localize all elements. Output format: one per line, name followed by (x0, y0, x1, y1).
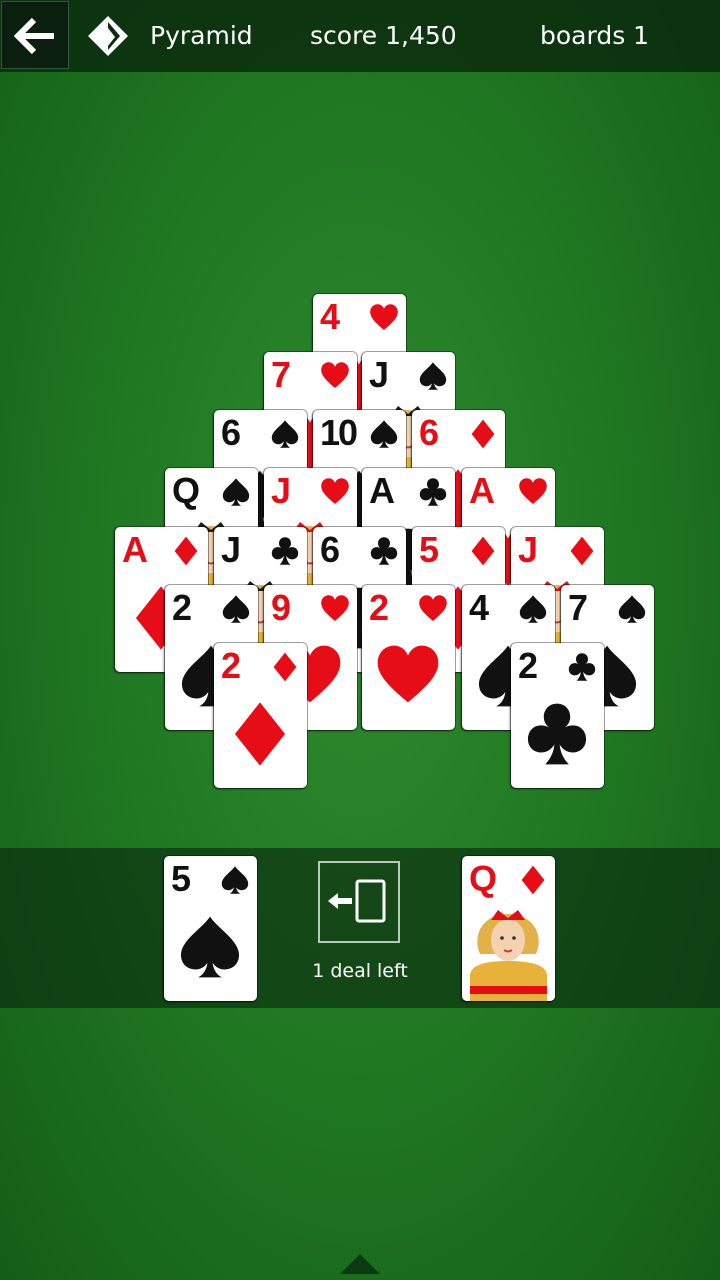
heart-suit-icon (419, 595, 447, 621)
diamond-suit-icon (471, 419, 495, 449)
card-rank: 2 (172, 587, 192, 628)
deal-from-stock-icon (328, 879, 386, 923)
card-rank: 5 (171, 858, 191, 899)
diamond-pip-icon (234, 702, 286, 766)
card-5-of-spades[interactable]: 5 (164, 856, 257, 1001)
card-rank: 7 (568, 587, 588, 628)
card-rank: A (369, 470, 395, 511)
card-rank: 9 (271, 587, 291, 628)
card-rank: 4 (469, 587, 489, 628)
card-rank: A (469, 470, 495, 511)
spade-suit-icon (519, 595, 547, 623)
card-rank: J (271, 470, 291, 511)
card-2-of-diamonds[interactable]: 2 (214, 643, 307, 788)
heart-suit-icon (370, 304, 398, 330)
diamond-suit-icon (471, 536, 495, 566)
arrow-left-icon (14, 17, 54, 55)
spade-pip-icon (180, 916, 240, 978)
spade-suit-icon (221, 866, 249, 894)
card-rank: A (122, 529, 148, 570)
card-rank: Q (469, 858, 497, 899)
deal-button[interactable] (318, 861, 400, 943)
card-rank: 6 (221, 412, 241, 453)
spade-suit-icon (222, 478, 250, 506)
club-suit-icon (568, 653, 596, 681)
card-rank: J (369, 354, 389, 395)
card-2-of-hearts[interactable]: 2 (362, 585, 455, 730)
card-rank: 2 (518, 645, 538, 686)
score-label: score 1,450 (310, 21, 457, 50)
back-button[interactable] (1, 1, 69, 69)
club-suit-icon (370, 537, 398, 565)
club-suit-icon (271, 537, 299, 565)
heart-suit-icon (321, 362, 349, 388)
card-rank: 2 (221, 645, 241, 686)
card-rank: J (221, 529, 241, 570)
game-name: Pyramid (150, 21, 253, 50)
card-rank: 4 (320, 296, 340, 337)
chevron-up-icon[interactable] (338, 1250, 382, 1276)
spade-suit-icon (222, 595, 250, 623)
club-pip-icon (527, 703, 587, 765)
card-rank: 5 (419, 529, 439, 570)
card-q-of-diamonds[interactable]: Q (462, 856, 555, 1001)
club-suit-icon (419, 478, 447, 506)
diamond-suit-icon (273, 652, 297, 682)
card-2-of-clubs[interactable]: 2 (511, 643, 604, 788)
card-rank: 6 (419, 412, 439, 453)
heart-pip-icon (377, 645, 439, 703)
top-bar: Pyramid score 1,450 boards 1 (0, 0, 720, 72)
spade-suit-icon (271, 420, 299, 448)
card-rank: Q (172, 470, 200, 511)
spade-suit-icon (370, 420, 398, 448)
diamond-suit-icon (570, 536, 594, 566)
spade-suit-icon (618, 595, 646, 623)
heart-suit-icon (321, 595, 349, 621)
diamond-suit-icon (521, 865, 545, 895)
card-rank: 7 (271, 354, 291, 395)
face-card-portrait (462, 906, 555, 1001)
card-rank: 2 (369, 587, 389, 628)
deals-left-label: 1 deal left (312, 960, 408, 982)
pyramid-icon (88, 16, 128, 56)
boards-label: boards 1 (540, 21, 650, 50)
card-rank: 6 (320, 529, 340, 570)
heart-suit-icon (321, 478, 349, 504)
spade-suit-icon (419, 362, 447, 390)
card-rank: J (518, 529, 538, 570)
diamond-suit-icon (174, 536, 198, 566)
heart-suit-icon (519, 478, 547, 504)
card-rank: 10 (320, 412, 358, 453)
